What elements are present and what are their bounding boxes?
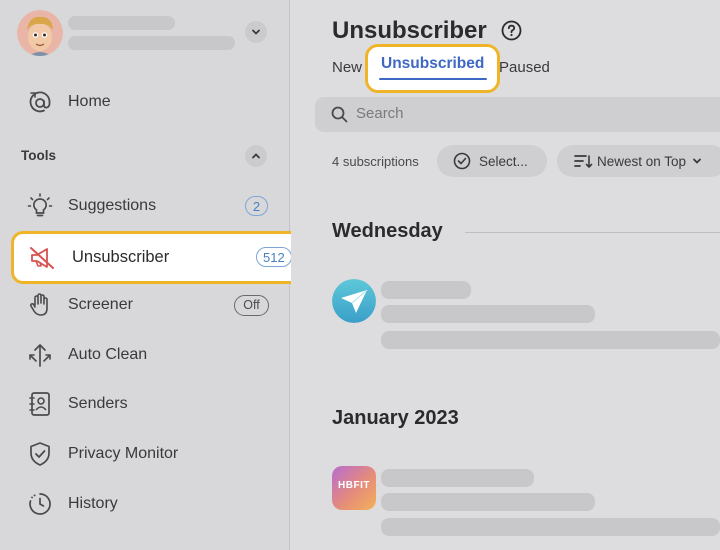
- paper-plane-app-icon: [332, 279, 376, 323]
- auto-clean-arrows-icon: [26, 341, 54, 369]
- sidebar-item-privacy-monitor[interactable]: Privacy Monitor: [0, 434, 290, 474]
- group-header-january-2023: January 2023: [332, 407, 459, 429]
- sidebar-item-unsubscriber[interactable]: Unsubscriber 512: [11, 231, 304, 284]
- shield-check-icon: [26, 440, 54, 468]
- tab-unsubscribed-label: Unsubscribed: [381, 55, 485, 72]
- sidebar-item-history[interactable]: History: [0, 484, 290, 524]
- at-sign-home-icon: [26, 88, 54, 116]
- select-button[interactable]: Select...: [437, 145, 547, 177]
- sidebar-item-label: Suggestions: [68, 197, 157, 214]
- suggestions-count-badge: 2: [245, 196, 268, 216]
- sidebar-item-label: Unsubscriber: [72, 248, 170, 266]
- select-button-label: Select...: [479, 153, 528, 169]
- page-title: Unsubscriber: [332, 17, 487, 44]
- tools-section-title: Tools: [21, 148, 56, 163]
- account-email-placeholder: [68, 36, 235, 50]
- sidebar-item-home[interactable]: Home: [0, 82, 290, 122]
- hbfit-app-icon: HBFIT: [332, 466, 376, 510]
- chevron-up-icon: [252, 153, 260, 159]
- sidebar-item-label: Auto Clean: [68, 346, 148, 363]
- question-mark-icon: [501, 20, 522, 41]
- row-sender-placeholder: [381, 281, 471, 299]
- sidebar-item-label: Home: [68, 93, 111, 110]
- unsubscriber-count-badge: 512: [256, 247, 292, 267]
- row-subject-placeholder: [381, 493, 595, 511]
- chevron-down-icon: [693, 158, 701, 164]
- tab-unsubscribed[interactable]: Unsubscribed: [365, 44, 500, 93]
- sidebar-item-senders[interactable]: Senders: [0, 384, 290, 424]
- chevron-down-icon: [252, 29, 260, 35]
- sidebar-item-label: History: [68, 495, 118, 512]
- row-subject-placeholder: [381, 305, 595, 323]
- sidebar-item-label: Screener: [68, 296, 133, 313]
- screener-status-badge[interactable]: Off: [234, 294, 269, 316]
- row-sender-placeholder: [381, 469, 534, 487]
- sort-icon: [574, 155, 593, 168]
- tab-paused[interactable]: Paused: [499, 59, 550, 76]
- account-menu-chevron[interactable]: [245, 21, 267, 43]
- sidebar-item-suggestions[interactable]: Suggestions 2: [0, 186, 290, 226]
- sidebar-item-screener[interactable]: Screener Off: [0, 285, 290, 325]
- check-circle-icon: [453, 152, 471, 170]
- row-preview-placeholder: [381, 518, 720, 536]
- main-panel: Unsubscriber New Unsubscribed Paused 4 s…: [291, 0, 720, 550]
- sort-dropdown-label: Newest on Top: [597, 153, 687, 169]
- hbfit-logo-text: HBFIT: [338, 480, 370, 491]
- user-avatar[interactable]: [17, 10, 63, 56]
- tools-collapse-toggle[interactable]: [245, 145, 267, 167]
- muted-megaphone-icon: [28, 244, 56, 272]
- contact-book-icon: [26, 390, 54, 418]
- sidebar-item-label: Senders: [68, 395, 128, 412]
- history-clock-icon: [26, 490, 54, 518]
- search-bar[interactable]: [315, 97, 720, 132]
- group-divider: [465, 232, 720, 233]
- help-button[interactable]: [501, 20, 522, 41]
- row-preview-placeholder: [381, 331, 720, 349]
- subscriptions-count: 4 subscriptions: [332, 154, 419, 169]
- hand-icon: [26, 291, 54, 319]
- sort-dropdown[interactable]: Newest on Top: [557, 145, 720, 177]
- active-tab-underline: [379, 78, 487, 80]
- search-icon: [331, 106, 348, 123]
- account-name-placeholder: [68, 16, 175, 30]
- lightbulb-icon: [26, 192, 54, 220]
- sidebar-item-auto-clean[interactable]: Auto Clean: [0, 335, 290, 375]
- sidebar: Home Tools Suggestions 2 Unsubscriber 51…: [0, 0, 304, 550]
- sidebar-item-label: Privacy Monitor: [68, 445, 179, 462]
- search-input[interactable]: [356, 105, 656, 122]
- group-header-wednesday: Wednesday: [332, 220, 443, 242]
- tab-new[interactable]: New: [332, 59, 362, 76]
